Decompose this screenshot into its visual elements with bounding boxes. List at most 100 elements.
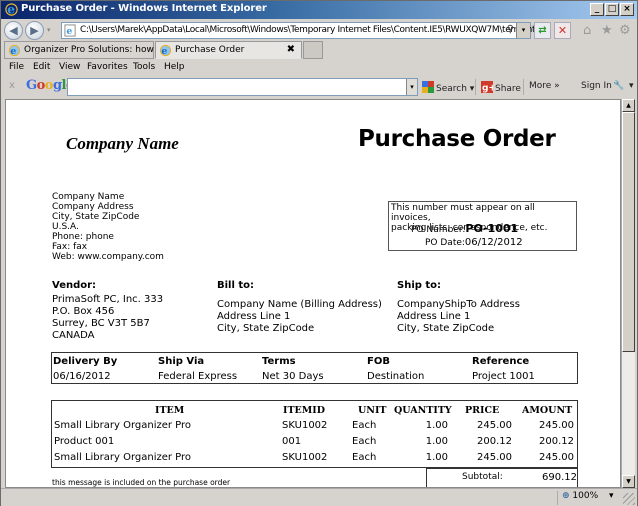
menu-tools[interactable]: Tools: [133, 62, 155, 72]
google-search-dropdown[interactable]: ▾: [406, 79, 417, 95]
po-number-value: PO-1001: [465, 222, 519, 235]
company-line: Phone: phone: [52, 232, 114, 242]
item-amount: 245.00: [539, 452, 574, 463]
item-unit: Each: [352, 420, 377, 431]
scroll-down-button[interactable]: ▼: [622, 475, 635, 488]
menu-edit[interactable]: Edit: [33, 62, 50, 72]
menu-help[interactable]: Help: [164, 62, 185, 72]
maximize-button[interactable]: □: [605, 3, 619, 16]
subtotal-label: Subtotal:: [462, 472, 503, 482]
wrench-settings-icon[interactable]: 🔧: [613, 81, 624, 91]
item-quantity: 1.00: [425, 436, 448, 447]
favorites-star-icon[interactable]: ★: [601, 23, 613, 38]
logo-letter: o: [36, 78, 46, 93]
ie-page-icon: e: [159, 44, 172, 57]
forward-button[interactable]: ▶: [25, 21, 44, 40]
order-info-table: Delivery By Ship Via Terms FOB Reference…: [51, 352, 578, 384]
item-unit: Each: [352, 436, 377, 447]
minimize-button[interactable]: _: [590, 3, 604, 16]
google-search-input[interactable]: ▾: [67, 78, 418, 96]
item-quantity: 1.00: [425, 420, 448, 431]
resize-grip[interactable]: [623, 493, 635, 505]
po-number-label: PO Number:: [411, 225, 466, 235]
new-tab-button[interactable]: [303, 41, 323, 59]
vendor-line: PrimaSoft PC, Inc. 333: [52, 294, 164, 305]
po-date-row: PO Date:06/12/2012: [425, 238, 523, 249]
address-dropdown-button[interactable]: ▾: [516, 23, 530, 38]
info-value: 06/16/2012: [53, 371, 111, 382]
zoom-control[interactable]: ⊕ 100% ▾: [557, 491, 617, 505]
search-caret[interactable]: ▾: [470, 84, 475, 94]
column-header-item: ITEM: [155, 405, 185, 416]
close-window-button[interactable]: ×: [620, 3, 634, 16]
stop-button[interactable]: ✕: [554, 22, 571, 39]
company-line: City, State ZipCode: [52, 212, 140, 222]
address-search-icon[interactable]: ⚲: [507, 24, 514, 35]
subtotal-value: 690.12: [542, 472, 577, 483]
home-icon[interactable]: ⌂: [583, 23, 591, 38]
zoom-caret[interactable]: ▾: [609, 491, 614, 501]
info-header: Terms: [262, 356, 296, 367]
google-search-icon: [422, 81, 434, 93]
scroll-thumb[interactable]: [622, 112, 635, 352]
sign-in-button[interactable]: Sign In: [581, 81, 612, 91]
address-bar[interactable]: e C:\Users\Marek\AppData\Local\Microsoft…: [61, 22, 544, 39]
more-button[interactable]: More »: [529, 81, 560, 91]
tools-gear-icon[interactable]: ⚙: [619, 23, 631, 38]
info-header: Ship Via: [158, 356, 205, 367]
tab-label: Organizer Pro Solutions: how to...: [24, 45, 175, 55]
menu-file[interactable]: File: [9, 62, 24, 72]
zoom-level: 100%: [572, 491, 599, 501]
logo-letter: G: [26, 78, 37, 93]
status-bar: ⊕ 100% ▾: [1, 488, 637, 506]
vendor-address: PrimaSoft PC, Inc. 333 P.O. Box 456 Surr…: [52, 294, 163, 342]
address-url[interactable]: C:\Users\Marek\AppData\Local\Microsoft\W…: [80, 25, 544, 35]
page-icon: e: [64, 24, 76, 37]
close-toolbar-icon[interactable]: x: [9, 80, 15, 91]
vendor-line: Surrey, BC V3T 5B7: [52, 318, 150, 329]
refresh-button[interactable]: ⇄: [534, 22, 551, 39]
bill-to-line: Company Name (Billing Address): [217, 299, 382, 310]
svg-text:e: e: [7, 3, 15, 17]
info-header: Delivery By: [53, 356, 118, 367]
po-number-box: This number must appear on all invoices,…: [388, 201, 577, 251]
bill-to-line: City, State ZipCode: [217, 323, 315, 334]
close-tab-icon[interactable]: ✖: [287, 44, 295, 55]
stop-icon: ✕: [557, 24, 568, 37]
po-number-row: PO Number:PO-1001: [411, 222, 519, 235]
menu-bar: File Edit View Favorites Tools Help: [1, 60, 637, 76]
tab-bar: e Organizer Pro Solutions: how to... e P…: [1, 41, 637, 59]
bill-to-heading: Bill to:: [217, 280, 255, 291]
info-value: Destination: [367, 371, 425, 382]
item-name: Product 001: [54, 436, 115, 447]
info-value: Net 30 Days: [262, 371, 324, 382]
po-date-label: PO Date:: [425, 238, 465, 248]
item-price: 245.00: [477, 452, 512, 463]
menu-view[interactable]: View: [59, 62, 80, 72]
share-button[interactable]: g+ Share: [481, 81, 521, 94]
tab-organizer-pro[interactable]: e Organizer Pro Solutions: how to...: [4, 41, 174, 59]
item-quantity: 1.00: [425, 452, 448, 463]
company-line: U.S.A.: [52, 222, 79, 232]
toolbar-separator: [523, 79, 524, 95]
bill-to-line: Address Line 1: [217, 311, 291, 322]
window-title: Purchase Order - Windows Internet Explor…: [21, 3, 267, 14]
ship-to-line: CompanyShipTo Address: [397, 299, 520, 310]
tab-purchase-order[interactable]: e Purchase Order ✖: [155, 41, 302, 59]
item-name: Small Library Organizer Pro: [54, 452, 192, 463]
menu-favorites[interactable]: Favorites: [87, 62, 128, 72]
item-price: 245.00: [477, 420, 512, 431]
scroll-up-button[interactable]: ▲: [622, 99, 635, 112]
history-dropdown[interactable]: ▾: [47, 26, 51, 34]
google-search-button[interactable]: Search ▾: [422, 81, 474, 94]
logo-letter: g: [52, 78, 62, 93]
vertical-scrollbar[interactable]: ▲ ▼: [621, 99, 635, 488]
item-unit: Each: [352, 452, 377, 463]
order-message: this message is included on the purchase…: [52, 478, 231, 487]
back-button[interactable]: ◀: [4, 21, 23, 40]
vendor-heading: Vendor:: [52, 280, 97, 291]
wrench-caret[interactable]: ▾: [629, 81, 634, 91]
item-id: SKU1002: [282, 420, 328, 431]
column-header-quantity: QUANTITY: [394, 405, 452, 416]
logo-letter: o: [44, 78, 54, 93]
